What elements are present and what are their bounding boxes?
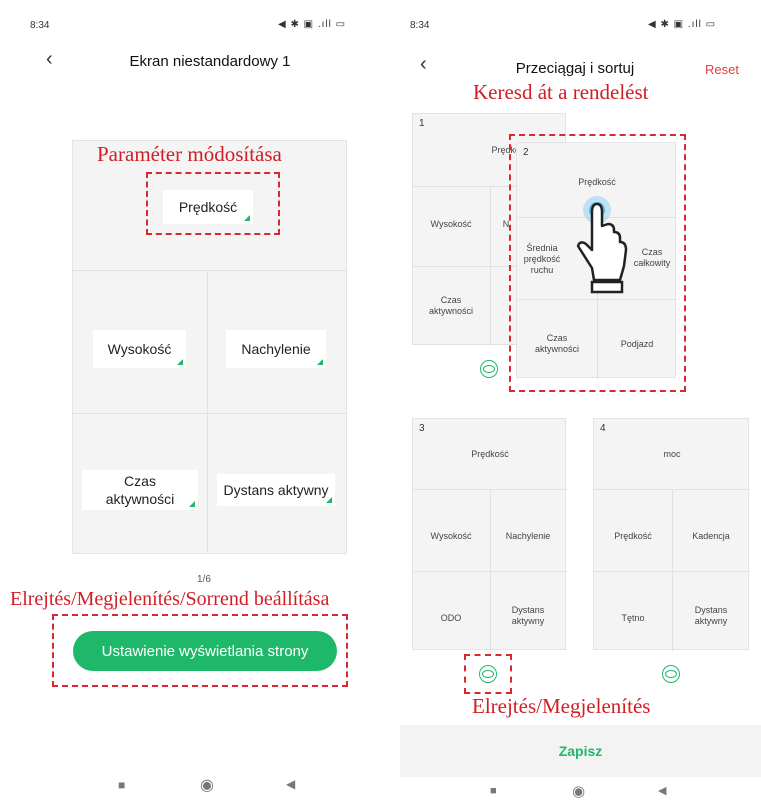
field-label: Dystans aktywny	[223, 482, 329, 498]
home-icon[interactable]: ◉	[200, 775, 214, 795]
field-active-time[interactable]: Czas aktywności	[82, 470, 198, 510]
card-cell: Wysokość	[430, 530, 472, 541]
card-cell: Średnia prędkość ruchu	[523, 242, 561, 275]
reset-button[interactable]: Reset	[705, 62, 739, 77]
page-indicator: 1/6	[197, 574, 211, 585]
card-cell: Czas aktywności	[534, 333, 579, 354]
field-label: Prędkość	[178, 199, 238, 215]
card-number: 2	[523, 147, 529, 158]
recent-apps-icon[interactable]: ■	[118, 778, 125, 792]
card-cell: Dystans aktywny	[511, 605, 545, 626]
card-number: 1	[419, 118, 425, 129]
field-active-distance[interactable]: Dystans aktywny	[217, 474, 335, 506]
card-cell: Dystans aktywny	[694, 605, 728, 626]
home-icon[interactable]: ◉	[572, 782, 585, 800]
back-nav-icon[interactable]: ◀	[286, 777, 295, 791]
left-screen: 8:34 ◀ ✱ ▣ .ıll ▭ ‹ Ekran niestandardowy…	[0, 0, 385, 803]
drag-hand-icon	[576, 196, 628, 294]
page-card-3[interactable]: 3 Prędkość Wysokość Nachylenie ODO Dysta…	[412, 418, 567, 651]
card-number: 3	[419, 423, 425, 434]
status-icons: ◀ ✱ ▣ .ıll ▭	[648, 19, 717, 30]
field-speed[interactable]: Prędkość	[163, 190, 253, 224]
recent-apps-icon[interactable]: ■	[490, 785, 497, 797]
page-title: Ekran niestandardowy 1	[129, 53, 291, 70]
annotation-bottom: Elrejtés/Megjelenítés/Sorrend beállítása	[10, 588, 330, 610]
back-icon[interactable]: ‹	[46, 48, 53, 71]
status-icons: ◀ ✱ ▣ .ıll ▭	[278, 19, 347, 30]
grid-divider	[73, 270, 346, 271]
status-time: 8:34	[30, 20, 50, 31]
card-cell: ODO	[440, 612, 462, 623]
card-cell: Podjazd	[620, 338, 654, 349]
status-time: 8:34	[410, 20, 430, 31]
annotation-top: Keresd át a rendelést	[473, 80, 649, 104]
page-display-settings-button[interactable]: Ustawienie wyświetlania strony	[73, 631, 337, 671]
card-cell: Czas aktywności	[428, 295, 473, 316]
visibility-toggle-icon[interactable]	[480, 360, 498, 378]
field-altitude[interactable]: Wysokość	[93, 330, 186, 368]
back-nav-icon[interactable]: ◀	[658, 784, 666, 797]
save-button[interactable]: Zapisz	[400, 725, 761, 777]
field-label: Czas aktywności	[105, 473, 175, 507]
back-icon[interactable]: ‹	[420, 53, 427, 76]
card-cell: Prędkość	[471, 448, 509, 459]
page-title: Przeciągaj i sortuj	[515, 60, 635, 77]
field-gradient[interactable]: Nachylenie	[226, 330, 326, 368]
annotation-top: Paraméter módosítása	[97, 142, 282, 166]
visibility-toggle-icon[interactable]	[479, 665, 497, 683]
field-label: Wysokość	[107, 341, 172, 357]
card-cell: Czas całkowity	[633, 247, 671, 268]
grid-divider	[207, 271, 208, 552]
card-cell: Tętno	[621, 612, 645, 623]
card-cell: Kadencja	[692, 530, 730, 541]
card-cell: Nachylenie	[505, 530, 551, 541]
card-number: 4	[600, 423, 606, 434]
page-card-4[interactable]: 4 moc Prędkość Kadencja Tętno Dystans ak…	[593, 418, 750, 651]
card-cell: moc	[663, 448, 681, 459]
right-screen: 8:34 ◀ ✱ ▣ .ıll ▭ ‹ Przeciągaj i sortuj …	[400, 0, 761, 803]
visibility-toggle-icon[interactable]	[662, 665, 680, 683]
grid-divider	[73, 413, 346, 414]
card-cell: Wysokość	[430, 218, 472, 229]
card-cell: Prędkość	[614, 530, 652, 541]
field-label: Nachylenie	[241, 341, 311, 357]
annotation-bottom: Elrejtés/Megjelenítés	[472, 694, 651, 718]
